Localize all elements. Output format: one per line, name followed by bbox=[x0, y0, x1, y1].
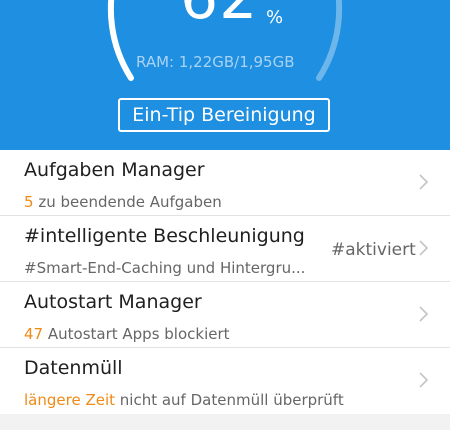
list-item-autostart-manager[interactable]: Autostart Manager 47 Autostart Apps bloc… bbox=[0, 282, 450, 348]
feature-list: Aufgaben Manager 5 zu beendende Aufgaben… bbox=[0, 150, 450, 414]
list-item-junk-files[interactable]: Datenmüll längere Zeit nicht auf Datenmü… bbox=[0, 348, 450, 414]
item-subtext: zu beendende Aufgaben bbox=[33, 193, 222, 211]
item-subtitle: 47 Autostart Apps blockiert bbox=[24, 324, 230, 344]
gauge-track-right bbox=[316, 0, 343, 81]
one-tap-clean-button[interactable]: Ein-Tip Bereinigung bbox=[118, 98, 330, 132]
gauge-track bbox=[107, 0, 134, 81]
memory-header: 62 % RAM: 1,22GB/1,95GB Ein-Tip Bereinig… bbox=[0, 0, 450, 150]
chevron-right-icon bbox=[419, 174, 428, 190]
item-subtitle: längere Zeit nicht auf Datenmüll überprü… bbox=[24, 390, 344, 410]
memory-percent: 62 bbox=[180, 0, 258, 28]
chevron-right-icon bbox=[419, 240, 428, 256]
chevron-right-icon bbox=[419, 306, 428, 322]
item-subtitle: #Smart-End-Caching und Hintergru... bbox=[24, 258, 324, 278]
item-subtext: #Smart-End-Caching und Hintergru... bbox=[24, 259, 306, 277]
item-subtext: nicht auf Datenmüll überprüft bbox=[115, 391, 344, 409]
percent-sign: % bbox=[266, 7, 284, 28]
list-item-task-manager[interactable]: Aufgaben Manager 5 zu beendende Aufgaben bbox=[0, 150, 450, 216]
item-title: Autostart Manager bbox=[24, 291, 202, 313]
item-highlight: 47 bbox=[24, 325, 44, 343]
item-highlight: längere Zeit bbox=[24, 391, 116, 409]
item-title: Datenmüll bbox=[24, 357, 123, 379]
item-title: Aufgaben Manager bbox=[24, 159, 205, 181]
item-subtitle: 5 zu beendende Aufgaben bbox=[24, 192, 222, 212]
item-subtext: Autostart Apps blockiert bbox=[43, 325, 230, 343]
status-label: #aktiviert bbox=[331, 240, 416, 260]
bottom-spacer bbox=[0, 414, 450, 430]
item-highlight: 5 bbox=[24, 193, 34, 211]
item-title: #intelligente Beschleunigung bbox=[24, 225, 305, 247]
list-item-smart-boost[interactable]: #intelligente Beschleunigung #Smart-End-… bbox=[0, 216, 450, 282]
ram-usage-text: RAM: 1,22GB/1,95GB bbox=[136, 53, 295, 71]
chevron-right-icon bbox=[419, 372, 428, 388]
